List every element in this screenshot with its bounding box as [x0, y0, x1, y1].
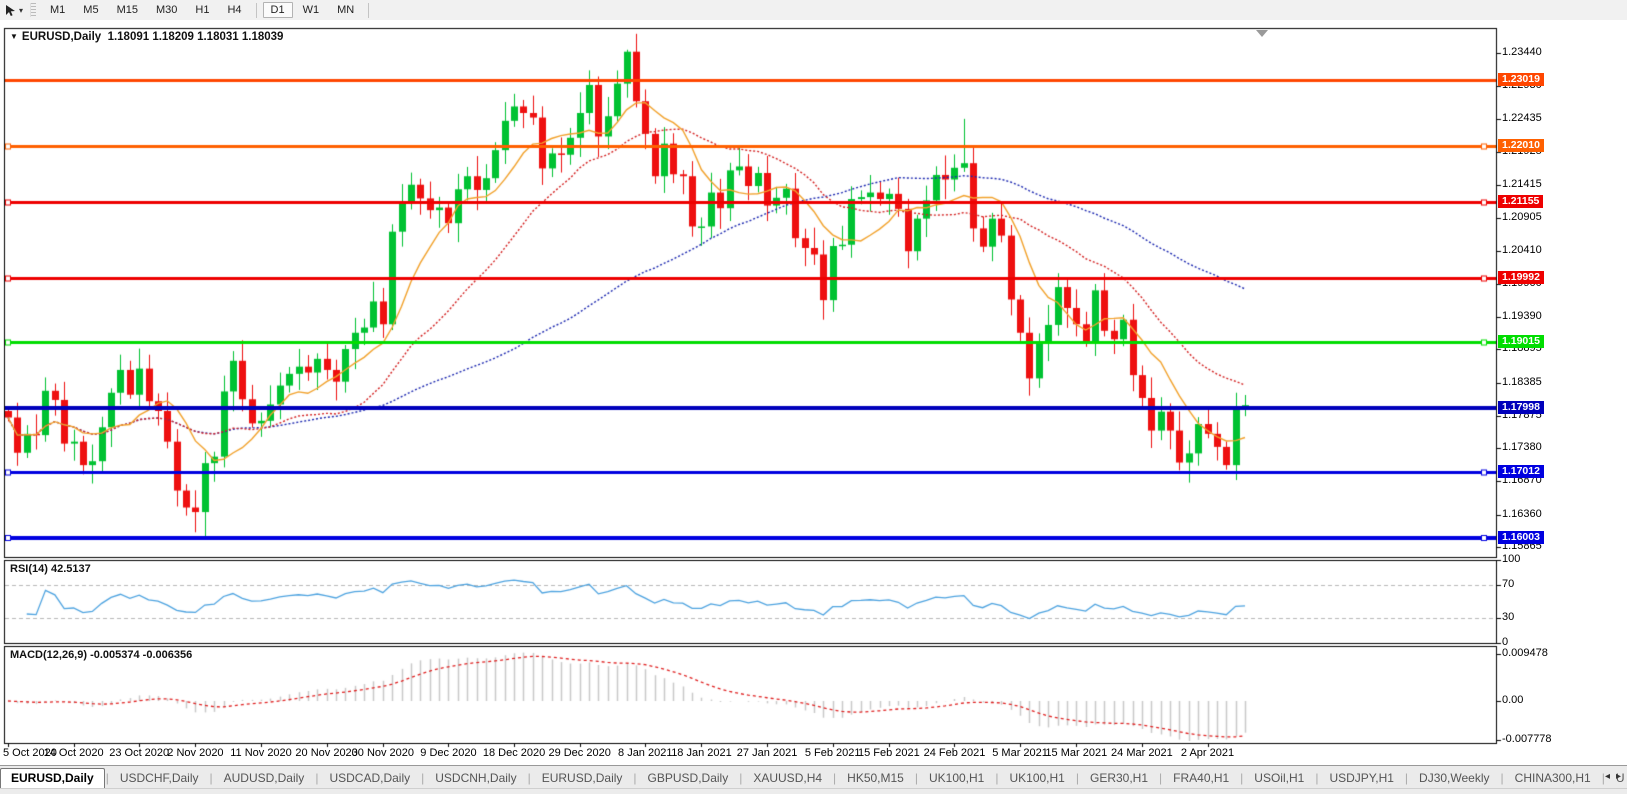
tab-usdcad-daily[interactable]: USDCAD,Daily [319, 769, 420, 788]
date-axis-label: 29 Dec 2020 [548, 747, 610, 759]
timeframe-button-m30[interactable]: M30 [148, 2, 185, 18]
tab-scroll-right-button[interactable]: ▸ [1616, 771, 1621, 782]
toolbar-grip [30, 3, 36, 17]
tab-usdjpy-h1[interactable]: USDJPY,H1 [1319, 769, 1403, 788]
chart-canvas[interactable] [0, 20, 1627, 765]
price-axis-label: 1.20410 [1502, 244, 1542, 256]
tab-list: EURUSD,Daily|USDCHF,Daily|AUDUSD,Daily|U… [0, 768, 1627, 788]
chart-symbol-label: EURUSD,Daily [22, 31, 101, 43]
date-axis-label: 2 Nov 2020 [167, 747, 223, 759]
date-axis-label: 5 Mar 2021 [992, 747, 1048, 759]
timeframe-button-w1[interactable]: W1 [295, 2, 328, 18]
price-axis-label: 1.22435 [1502, 112, 1542, 124]
date-axis-label: 14 Oct 2020 [44, 747, 104, 759]
tab-uk100-h1[interactable]: UK100,H1 [999, 769, 1074, 788]
date-axis-label: 9 Dec 2020 [420, 747, 476, 759]
timeframe-button-h4[interactable]: H4 [219, 2, 249, 18]
chart-dropdown-icon[interactable]: ▼ [10, 32, 18, 41]
price-axis-label: 1.17380 [1502, 441, 1542, 453]
price-axis-label: 1.19390 [1502, 310, 1542, 322]
timeframe-toolbar: ▾ M1M5M15M30H1H4 D1W1MN [0, 0, 1627, 21]
tab-eurusd-daily[interactable]: EURUSD,Daily [532, 769, 633, 788]
rsi-indicator-label: RSI(14) 42.5137 [10, 563, 91, 575]
terminal-window: ▾ M1M5M15M30H1H4 D1W1MN ▼ EURUSD,Daily 1.1… [0, 0, 1627, 794]
tab-usdcnh-daily[interactable]: USDCNH,Daily [425, 769, 526, 788]
date-axis-label: 2 Apr 2021 [1181, 747, 1234, 759]
tab-fra40-h1[interactable]: FRA40,H1 [1163, 769, 1239, 788]
chart-cursor-icon[interactable]: ▾ [0, 1, 27, 19]
timeframe-button-d1[interactable]: D1 [263, 2, 293, 18]
hline-price-tag: 1.21155 [1498, 195, 1543, 208]
rsi-level-label: 30 [1502, 611, 1514, 623]
tab-scroll-arrows: ◂ ▸ [1601, 767, 1625, 785]
tab-uk100-h1[interactable]: UK100,H1 [919, 769, 994, 788]
tab-eurusd-daily[interactable]: EURUSD,Daily [0, 768, 105, 788]
tab-usdchf-daily[interactable]: USDCHF,Daily [110, 769, 209, 788]
date-axis-label: 23 Oct 2020 [109, 747, 169, 759]
tab-scroll-left-button[interactable]: ◂ [1605, 771, 1610, 782]
tab-china300-h1[interactable]: CHINA300,H1 [1505, 769, 1601, 788]
price-axis-label: 1.18385 [1502, 376, 1542, 388]
hline-price-tag: 1.17012 [1498, 465, 1544, 478]
hline-price-tag: 1.23019 [1498, 73, 1544, 86]
toolbar-separator [368, 3, 369, 18]
macd-level-label: 0.009478 [1502, 647, 1548, 659]
timeframe-button-h1[interactable]: H1 [187, 2, 217, 18]
date-axis-label: 30 Nov 2020 [352, 747, 414, 759]
date-axis-label: 15 Mar 2021 [1045, 747, 1107, 759]
hline-price-tag: 1.22010 [1498, 139, 1544, 152]
hline-price-tag: 1.17998 [1498, 401, 1544, 414]
macd-level-label: -0.007778 [1502, 733, 1552, 745]
date-axis-label: 18 Jan 2021 [671, 747, 732, 759]
timeframe-buttons: M1M5M15M30H1H4 D1W1MN [41, 2, 374, 18]
macd-indicator-label: MACD(12,26,9) -0.005374 -0.006356 [10, 649, 192, 661]
date-axis-label: 5 Feb 2021 [805, 747, 861, 759]
rsi-level-label: 70 [1502, 578, 1514, 590]
price-axis-label: 1.21415 [1502, 178, 1542, 190]
hline-price-tag: 1.19992 [1498, 271, 1544, 284]
status-strip [0, 788, 1627, 794]
hline-price-tag: 1.19015 [1498, 335, 1544, 348]
macd-level-label: 0.00 [1502, 694, 1523, 706]
timeframe-button-m15[interactable]: M15 [109, 2, 146, 18]
toolbar-separator [256, 3, 257, 18]
date-axis-label: 11 Nov 2020 [230, 747, 292, 759]
date-axis-label: 18 Dec 2020 [483, 747, 545, 759]
chart-title: ▼ EURUSD,Daily 1.18091 1.18209 1.18031 1.… [10, 31, 283, 43]
date-axis-label: 15 Feb 2021 [858, 747, 920, 759]
timeframe-button-mn[interactable]: MN [329, 2, 362, 18]
tab-ger30-h1[interactable]: GER30,H1 [1080, 769, 1158, 788]
chart-shift-marker-icon[interactable] [1256, 30, 1268, 37]
tab-audusd-daily[interactable]: AUDUSD,Daily [214, 769, 315, 788]
tab-usoil-h1[interactable]: USOil,H1 [1244, 769, 1314, 788]
tab-xauusd-h4[interactable]: XAUUSD,H4 [743, 769, 832, 788]
timeframe-button-m1[interactable]: M1 [42, 2, 73, 18]
date-axis-label: 24 Feb 2021 [924, 747, 986, 759]
price-axis-label: 1.23440 [1502, 46, 1542, 58]
tab-gbpusd-daily[interactable]: GBPUSD,Daily [638, 769, 739, 788]
timeframe-button-m5[interactable]: M5 [75, 2, 106, 18]
chart-tab-bar: EURUSD,Daily|USDCHF,Daily|AUDUSD,Daily|U… [0, 765, 1627, 788]
chart-ohlc-values: 1.18091 1.18209 1.18031 1.18039 [108, 31, 284, 43]
price-axis-label: 1.20905 [1502, 211, 1542, 223]
caret-down-icon[interactable]: ▾ [19, 6, 23, 15]
rsi-level-label: 100 [1502, 553, 1520, 565]
tab-hk50-m15[interactable]: HK50,M15 [837, 769, 914, 788]
date-axis-label: 8 Jan 2021 [618, 747, 672, 759]
hline-price-tag: 1.16003 [1498, 531, 1544, 544]
cursor-arrow-icon [4, 4, 17, 17]
date-axis-label: 27 Jan 2021 [737, 747, 798, 759]
date-axis-label: 20 Nov 2020 [295, 747, 357, 759]
date-axis-label: 24 Mar 2021 [1111, 747, 1173, 759]
price-axis-label: 1.16360 [1502, 508, 1542, 520]
tab-dj30-weekly[interactable]: DJ30,Weekly [1409, 769, 1499, 788]
